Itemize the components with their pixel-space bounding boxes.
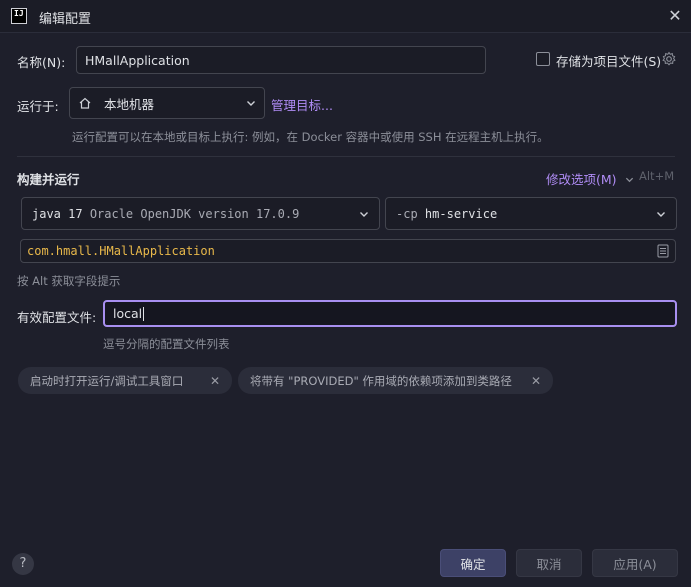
option-chip[interactable]: 启动时打开运行/调试工具窗口 ✕ (18, 367, 232, 394)
divider (17, 156, 675, 157)
close-icon[interactable]: ✕ (666, 7, 684, 25)
main-class-hint: 按 Alt 获取字段提示 (17, 274, 121, 288)
active-profiles-input[interactable]: local (103, 300, 677, 327)
chevron-down-icon (360, 211, 368, 217)
active-profiles-label: 有效配置文件: (17, 310, 97, 325)
jdk-select[interactable]: java 17 Oracle OpenJDK version 17.0.9 (21, 197, 380, 230)
name-input-value: HMallApplication (85, 52, 190, 68)
title-bar (0, 0, 691, 33)
run-on-select[interactable]: 本地机器 (69, 87, 265, 119)
gear-icon[interactable] (661, 51, 677, 67)
classpath-module-select[interactable]: -cp hm-service (385, 197, 677, 230)
text-cursor (143, 306, 145, 321)
home-icon (79, 97, 91, 109)
run-on-label: 运行于: (17, 99, 59, 114)
classpath-module: hm-service (424, 206, 498, 221)
name-input[interactable]: HMallApplication (76, 46, 486, 74)
apply-button[interactable]: 应用(A) (592, 549, 678, 577)
jdk-detail: Oracle OpenJDK version 17.0.9 (89, 206, 300, 221)
main-class-input[interactable]: com.hmall.HMallApplication (20, 239, 676, 263)
ok-button[interactable]: 确定 (440, 549, 506, 577)
close-icon[interactable]: ✕ (210, 374, 220, 388)
build-and-run-heading: 构建并运行 (17, 172, 80, 187)
store-as-project-file-label[interactable]: 存储为项目文件(S) (556, 51, 661, 70)
run-on-value: 本地机器 (104, 96, 155, 112)
jdk-java-version: java 17 (32, 206, 83, 221)
store-as-project-file-checkbox[interactable] (536, 52, 550, 66)
active-profiles-hint: 逗号分隔的配置文件列表 (103, 337, 230, 351)
cancel-button[interactable]: 取消 (516, 549, 582, 577)
modify-options-shortcut: Alt+M (639, 169, 675, 183)
modify-options-link[interactable]: 修改选项(M) (546, 169, 634, 188)
manage-targets-link[interactable]: 管理目标... (271, 95, 333, 114)
help-button[interactable]: ? (12, 553, 34, 575)
document-icon[interactable] (657, 244, 669, 258)
name-label: 名称(N): (17, 55, 66, 70)
option-chip[interactable]: 将带有 "PROVIDED" 作用域的依赖项添加到类路径 ✕ (238, 367, 553, 394)
run-on-hint: 运行配置可以在本地或目标上执行: 例如，在 Docker 容器中或使用 SSH … (72, 130, 549, 144)
chevron-down-icon (247, 101, 255, 106)
main-class-value: com.hmall.HMallApplication (27, 244, 215, 258)
classpath-prefix: -cp (396, 206, 418, 221)
chevron-down-icon (625, 177, 633, 183)
chevron-down-icon (657, 211, 665, 217)
active-profiles-value: local (113, 306, 143, 321)
intellij-logo-icon: IJ (11, 8, 27, 24)
window-title: 编辑配置 (39, 12, 92, 27)
close-icon[interactable]: ✕ (531, 374, 541, 388)
